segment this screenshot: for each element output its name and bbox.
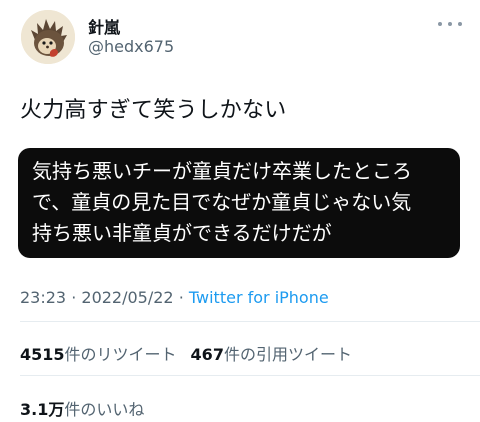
tweet-text: 火力高すぎて笑うしかない: [20, 98, 287, 123]
retweets-label: 件のリツイート: [64, 345, 177, 364]
quotes-label: 件の引用ツイート: [223, 345, 352, 364]
quote-line: で、童貞の見た目でなぜか童貞じゃない気: [32, 190, 412, 214]
quote-line: 気持ち悪いチーが童貞だけ卒業したところ: [32, 159, 412, 183]
retweets-count: 4515: [20, 345, 65, 364]
tweet-time[interactable]: 23:23: [20, 288, 66, 307]
more-options-button[interactable]: [438, 19, 462, 29]
meta-separator: ·: [71, 288, 77, 307]
likes-label: 件のいいね: [64, 400, 145, 419]
quotes-stat[interactable]: 467件の引用ツイート: [191, 345, 352, 364]
quoted-text-card[interactable]: 気持ち悪いチーが童貞だけ卒業したところ で、童貞の見た目でなぜか童貞じゃない気 …: [18, 148, 460, 258]
user-handle[interactable]: @hedx675: [88, 37, 174, 56]
meta-separator: ·: [178, 288, 184, 307]
display-name[interactable]: 針嵐: [88, 14, 120, 38]
retweets-stat[interactable]: 4515件のリツイート: [20, 345, 177, 364]
tweet-meta: 23:23 · 2022/05/22 · Twitter for iPhone: [20, 288, 329, 307]
more-dots-icon: [438, 22, 442, 26]
tweet-stats: 4515件のリツイート 467件の引用ツイート: [20, 341, 352, 365]
divider: [20, 375, 480, 376]
likes-count: 3.1万: [20, 400, 65, 419]
likes-stat[interactable]: 3.1万件のいいね: [20, 396, 144, 420]
tweet-source-link[interactable]: Twitter for iPhone: [189, 288, 329, 307]
hedgehog-avatar-icon: [21, 10, 75, 64]
avatar[interactable]: [21, 10, 75, 64]
divider: [20, 321, 480, 322]
quote-line: 持ち悪い非童貞ができるだけだが: [32, 221, 332, 245]
quotes-count: 467: [190, 345, 224, 364]
tweet-date[interactable]: 2022/05/22: [81, 288, 173, 307]
